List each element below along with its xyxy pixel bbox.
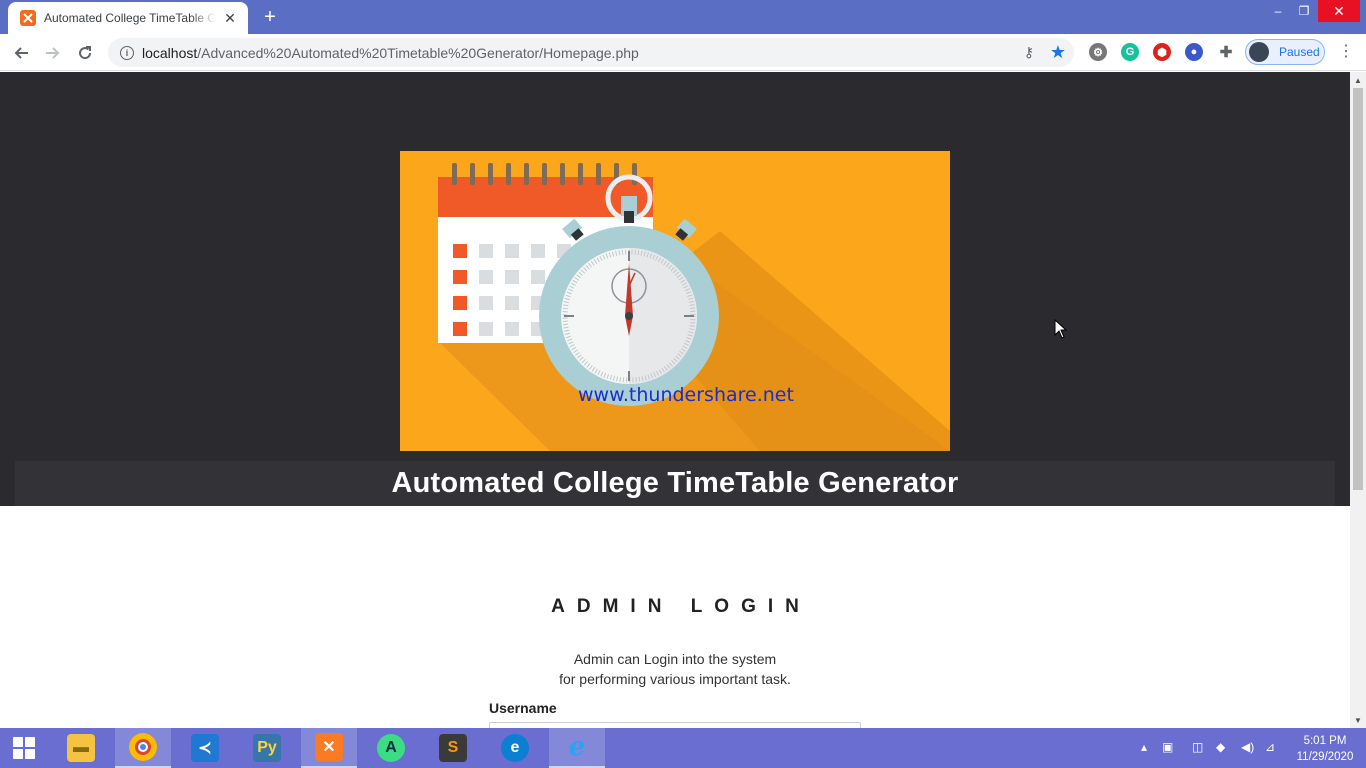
network-icon[interactable]: ⊿ <box>1265 740 1275 754</box>
vscode-icon[interactable]: ≺ <box>177 728 233 768</box>
site-title: Automated College TimeTable Generator <box>391 467 959 499</box>
windows-start-icon[interactable] <box>0 728 48 768</box>
url-host: localhost <box>142 44 198 61</box>
address-bar[interactable]: i localhost/Advanced%20Automated%20Timet… <box>108 38 1074 67</box>
python-icon[interactable]: Py <box>239 728 295 768</box>
avatar <box>1249 42 1269 62</box>
hero-section: www.thundershare.net Automated College T… <box>0 72 1350 506</box>
tray-app-icon[interactable]: ◆ <box>1216 740 1225 754</box>
extension-blue-icon[interactable]: ● <box>1185 43 1203 61</box>
system-clock[interactable]: 5:01 PM 11/29/2020 <box>1292 733 1358 765</box>
browser-tab-bar: Automated College TimeTable Generator ✕ … <box>0 0 1366 34</box>
page-scrollbar[interactable]: ▲ ▼ <box>1350 72 1366 728</box>
sublime-text-icon[interactable]: S <box>425 728 481 768</box>
window-close-icon[interactable]: ✕ <box>1318 0 1360 22</box>
reload-icon[interactable] <box>74 42 96 64</box>
adblock-icon[interactable]: ⬢ <box>1153 43 1171 61</box>
banner-image: www.thundershare.net <box>400 151 950 451</box>
tab-close-icon[interactable]: ✕ <box>222 10 238 26</box>
info-icon[interactable]: i <box>120 45 134 60</box>
window-restore-icon[interactable]: ❐ <box>1289 0 1319 22</box>
new-tab-icon[interactable]: + <box>260 7 280 27</box>
scroll-up-icon[interactable]: ▲ <box>1350 72 1366 88</box>
login-heading: ADMIN LOGIN <box>551 596 811 617</box>
tray-device-icon[interactable]: ◫ <box>1192 740 1203 754</box>
scrollbar-thumb[interactable] <box>1353 88 1363 490</box>
browser-tab[interactable]: Automated College TimeTable Generator ✕ <box>8 2 248 34</box>
tray-recorder-icon[interactable]: ▣ <box>1162 740 1173 754</box>
login-description-line-1: Admin can Login into the system <box>573 651 777 667</box>
back-icon[interactable] <box>10 42 32 64</box>
profile-button[interactable]: Paused <box>1245 39 1325 65</box>
extensions-icon[interactable]: ✚ <box>1217 43 1235 61</box>
xampp-icon[interactable]: ✕ <box>301 728 357 768</box>
tray-expand-icon[interactable]: ▴ <box>1141 740 1147 754</box>
tab-title: Automated College TimeTable Generator <box>44 11 216 25</box>
url-text: localhost/Advanced%20Automated%20Timetab… <box>142 45 639 61</box>
grammarly-icon[interactable]: G <box>1121 43 1139 61</box>
xampp-favicon-icon <box>20 10 36 26</box>
clock-time: 5:01 PM <box>1303 735 1347 747</box>
key-icon[interactable]: ⚷ <box>1024 44 1034 61</box>
forward-icon[interactable] <box>42 42 64 64</box>
browser-toolbar: i localhost/Advanced%20Automated%20Timet… <box>0 34 1366 71</box>
banner-watermark: www.thundershare.net <box>578 384 794 406</box>
mouse-cursor-icon <box>1054 318 1068 344</box>
calendar-stopwatch-illustration <box>438 163 950 451</box>
file-explorer-icon[interactable]: ▬ <box>53 728 109 768</box>
login-description: Admin can Login into the system for perf… <box>0 649 1350 689</box>
scroll-down-icon[interactable]: ▼ <box>1350 712 1366 728</box>
volume-icon[interactable]: ◀) <box>1241 740 1254 754</box>
menu-icon[interactable]: ⋮ <box>1338 42 1354 62</box>
login-description-line-2: for performing various important task. <box>559 671 791 687</box>
url-path: /Advanced%20Automated%20Timetable%20Gene… <box>197 44 639 61</box>
windows-taskbar: ▬ ≺ Py ✕ A S e e ▴ ▣ ◫ ◆ ◀) ⊿ 5:01 PM 11… <box>0 728 1366 768</box>
internet-explorer-icon[interactable]: e <box>549 728 605 768</box>
chrome-icon[interactable] <box>115 728 171 768</box>
extension-gear-icon[interactable]: ⚙ <box>1089 43 1107 61</box>
edge-icon[interactable]: e <box>487 728 543 768</box>
clock-date: 11/29/2020 <box>1296 751 1354 763</box>
site-title-bar: Automated College TimeTable Generator <box>15 461 1335 506</box>
star-icon[interactable]: ★ <box>1050 42 1066 63</box>
android-studio-icon[interactable]: A <box>363 728 419 768</box>
username-label: Username <box>489 700 557 716</box>
profile-label: Paused <box>1279 45 1320 59</box>
page-viewport: www.thundershare.net Automated College T… <box>0 72 1350 728</box>
